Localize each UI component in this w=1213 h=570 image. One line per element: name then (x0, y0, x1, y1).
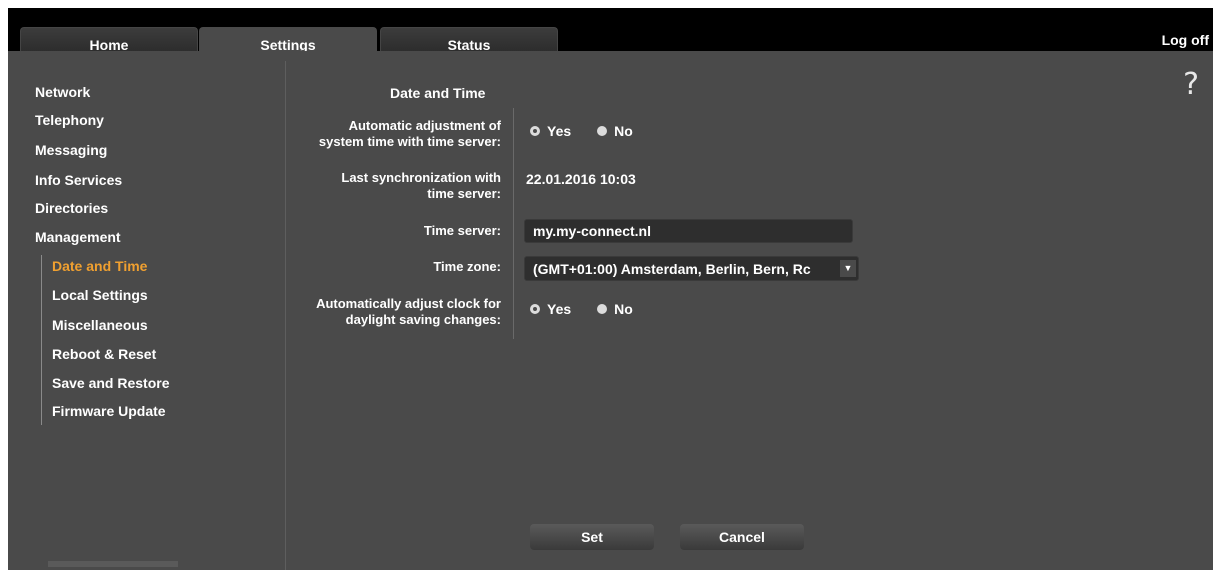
page-title: Date and Time (390, 85, 486, 101)
bottom-scroll-bar (48, 561, 178, 567)
time-server-input[interactable] (524, 219, 853, 243)
set-button[interactable]: Set (530, 524, 654, 550)
sidebar-item-directories[interactable]: Directories (35, 200, 108, 216)
auto-adjust-no-label: No (614, 123, 633, 139)
dst-yes-radio[interactable] (530, 304, 540, 314)
sidebar-item-info-services[interactable]: Info Services (35, 172, 122, 188)
last-sync-label: Last synchronization with time server: (341, 170, 501, 201)
submenu-line (41, 255, 42, 425)
sidebar-item-messaging[interactable]: Messaging (35, 142, 107, 158)
time-zone-select[interactable]: (GMT+01:00) Amsterdam, Berlin, Bern, Rc … (524, 256, 859, 281)
auto-adjust-radio-group: Yes No (530, 123, 659, 139)
log-off-link[interactable]: Log off (1162, 32, 1209, 48)
dst-no-label: No (614, 301, 633, 317)
sidebar-subitem-date-and-time[interactable]: Date and Time (52, 258, 147, 274)
auto-adjust-yes-radio[interactable] (530, 126, 540, 136)
top-bar: Home Settings Status Log off (8, 8, 1213, 59)
time-zone-label: Time zone: (433, 259, 501, 274)
last-sync-value: 22.01.2016 10:03 (526, 171, 636, 187)
sidebar-subitem-local-settings[interactable]: Local Settings (52, 287, 148, 303)
main-panel: Network Telephony Messaging Info Service… (8, 51, 1213, 570)
auto-adjust-no-radio[interactable] (597, 126, 608, 136)
time-zone-value: (GMT+01:00) Amsterdam, Berlin, Bern, Rc (533, 261, 811, 277)
help-icon[interactable]: ? (1183, 67, 1199, 102)
dst-yes-label: Yes (547, 301, 572, 317)
sidebar-subitem-firmware-update[interactable]: Firmware Update (52, 403, 166, 419)
form-divider (513, 108, 514, 339)
sidebar-item-management[interactable]: Management (35, 229, 121, 245)
dst-radio-group: Yes No (530, 301, 659, 317)
time-server-label: Time server: (423, 223, 501, 238)
sidebar-subitem-reboot-reset[interactable]: Reboot & Reset (52, 346, 156, 362)
sidebar-item-telephony[interactable]: Telephony (35, 112, 104, 128)
sidebar-subitem-miscellaneous[interactable]: Miscellaneous (52, 317, 148, 333)
sidebar-subitem-save-restore[interactable]: Save and Restore (52, 375, 170, 391)
dst-label: Automatically adjust clock for daylight … (316, 296, 501, 327)
cancel-button[interactable]: Cancel (680, 524, 804, 550)
chevron-down-icon: ▼ (840, 260, 856, 277)
auto-adjust-label: Automatic adjustment of system time with… (318, 118, 501, 149)
sidebar-item-network[interactable]: Network (35, 84, 90, 100)
auto-adjust-yes-label: Yes (547, 123, 572, 139)
dst-no-radio[interactable] (597, 304, 608, 314)
